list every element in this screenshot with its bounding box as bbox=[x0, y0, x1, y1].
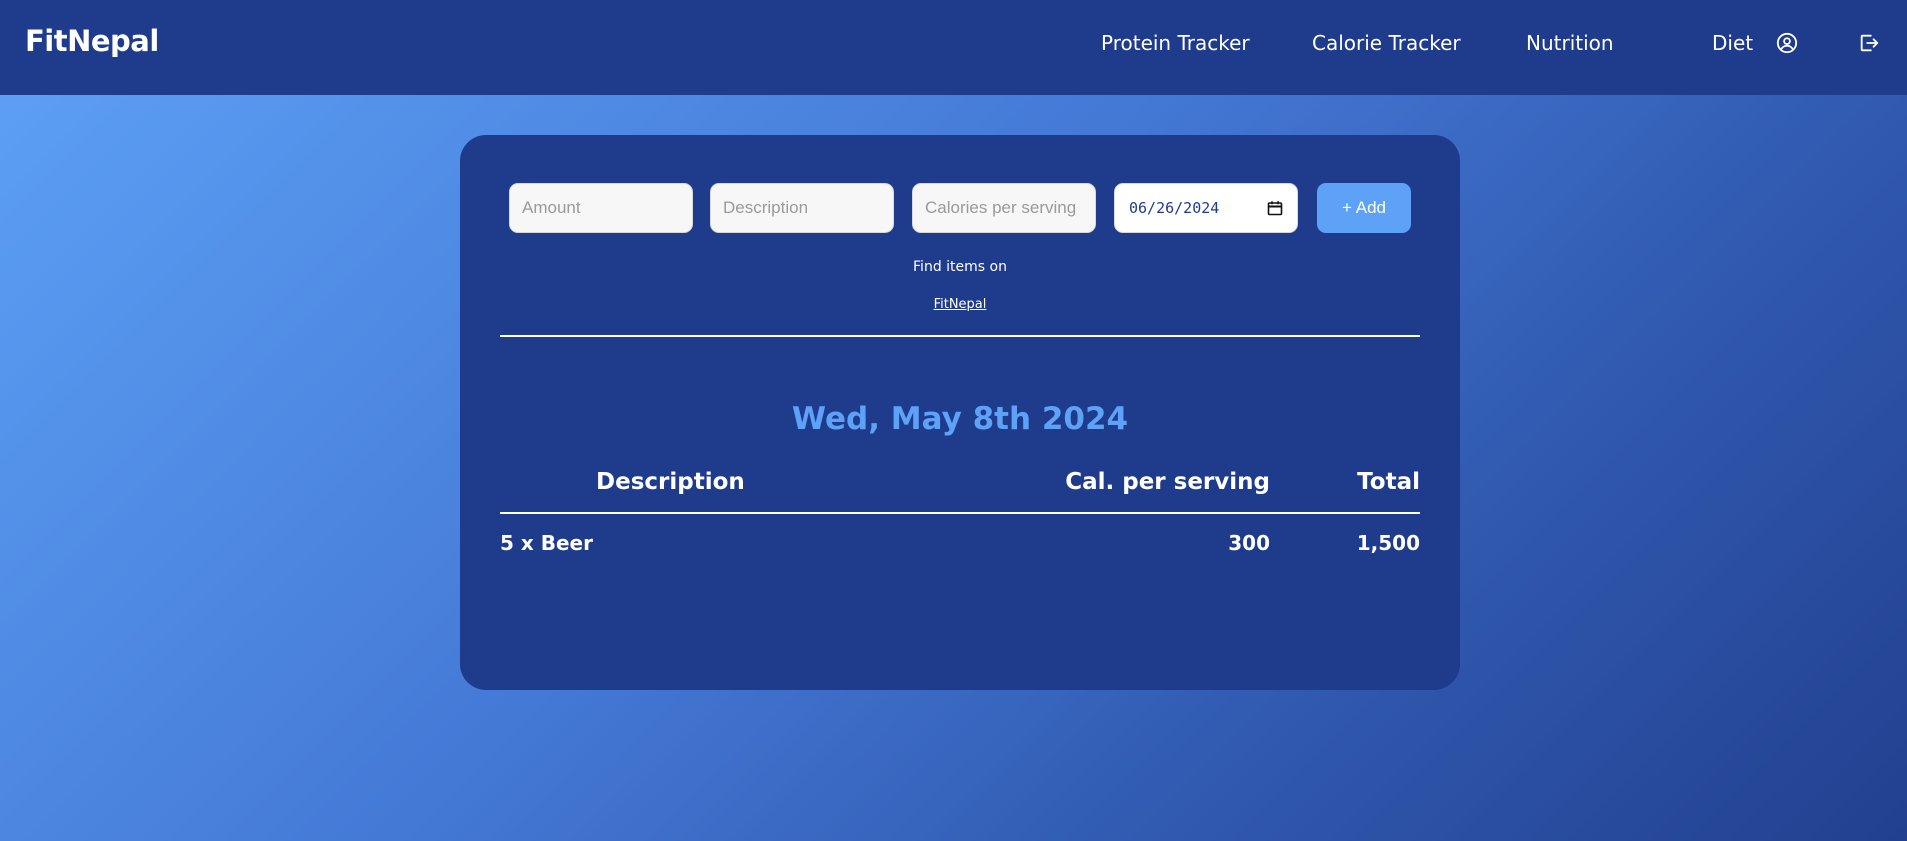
row-total: 1,500 bbox=[1356, 531, 1420, 555]
nav-link-calorie-tracker[interactable]: Calorie Tracker bbox=[1312, 31, 1461, 55]
find-items-text: Find items on bbox=[913, 259, 1007, 275]
user-circle-icon[interactable] bbox=[1776, 32, 1798, 54]
top-navbar: FitNepal Protein Tracker Calorie Tracker… bbox=[0, 0, 1907, 95]
logout-icon[interactable] bbox=[1858, 32, 1880, 54]
row-cal-per-serving: 300 bbox=[1228, 531, 1270, 555]
nav-link-nutrition[interactable]: Nutrition bbox=[1526, 31, 1614, 55]
fitnepal-link[interactable]: FitNepal bbox=[460, 297, 1460, 312]
row-description: 5 x Beer bbox=[500, 531, 593, 555]
column-header-cal-per-serving: Cal. per serving bbox=[1065, 469, 1270, 495]
add-button[interactable]: + Add bbox=[1317, 183, 1411, 233]
nav-link-diet[interactable]: Diet bbox=[1712, 31, 1753, 55]
date-input[interactable]: 06/26/2024 bbox=[1114, 183, 1298, 233]
nav-link-protein-tracker[interactable]: Protein Tracker bbox=[1101, 31, 1250, 55]
column-header-description: Description bbox=[596, 469, 745, 495]
calorie-log-card: 06/26/2024 + Add Find items on FitNepal … bbox=[460, 135, 1460, 690]
calendar-icon[interactable] bbox=[1267, 200, 1283, 216]
log-date-heading: Wed, May 8th 2024 bbox=[791, 401, 1129, 437]
calories-per-serving-input[interactable] bbox=[912, 183, 1096, 233]
amount-input[interactable] bbox=[509, 183, 693, 233]
date-value: 06/26/2024 bbox=[1129, 199, 1220, 217]
column-header-total: Total bbox=[1357, 469, 1420, 495]
brand-logo[interactable]: FitNepal bbox=[25, 24, 159, 58]
description-input[interactable] bbox=[710, 183, 894, 233]
table-header-divider bbox=[500, 512, 1420, 514]
form-divider bbox=[500, 335, 1420, 337]
